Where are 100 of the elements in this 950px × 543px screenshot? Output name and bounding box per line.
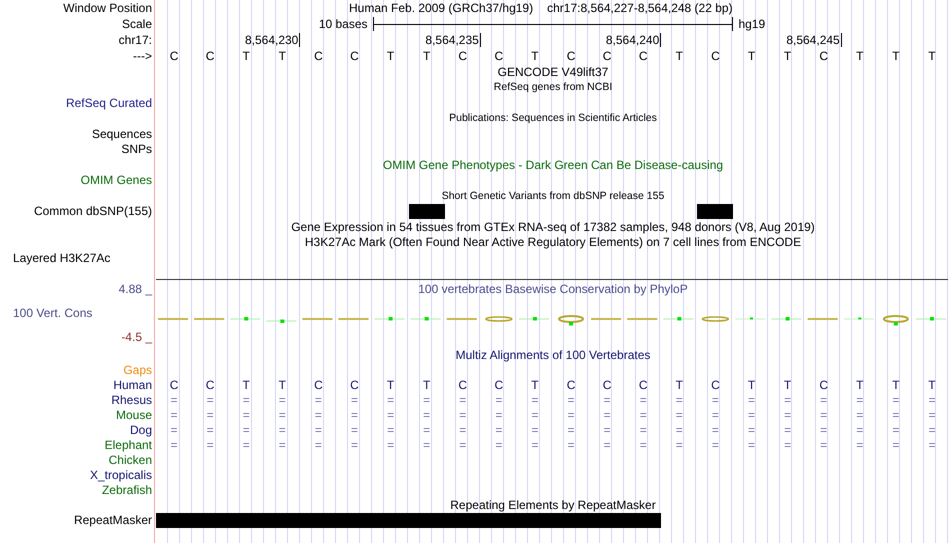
match-mark: = [170,393,178,407]
match-mark: = [242,423,250,437]
base-letter: C [350,49,359,63]
base-letter: T [242,49,250,63]
base-letter: C [819,49,828,63]
match-mark: = [892,438,900,452]
ruler-tick-label: 8,564,245 [786,33,842,47]
match-mark: = [604,423,611,437]
match-mark: = [423,408,430,422]
match-mark: = [170,438,178,452]
match-mark: = [459,423,466,437]
match-mark: = [350,408,358,422]
track-label[interactable]: chr17: [118,33,152,47]
match-mark: = [568,438,575,452]
match-mark: = [748,408,755,422]
base-letter: C [350,378,359,392]
base-letter: T [386,378,394,392]
match-mark: = [568,393,575,407]
match-mark: = [423,393,430,407]
assembly-title: Human Feb. 2009 (GRCh37/hg19) [349,1,534,15]
track-label[interactable]: Sequences [92,126,152,141]
match-mark: = [784,438,792,452]
match-mark: = [784,393,792,407]
base-letter: C [170,378,178,392]
match-mark: = [314,438,322,452]
snp-bar[interactable] [408,204,445,219]
base-letter: C [638,378,648,392]
match-mark: = [856,408,864,422]
base-letter: C [638,49,648,63]
track-label[interactable]: Layered H3K27Ac [13,250,110,265]
track-label[interactable]: OMIM Genes [80,173,152,188]
track-label[interactable]: Human [113,378,152,392]
match-mark: = [206,393,214,407]
match-mark: = [712,423,719,437]
match-mark: = [278,393,286,407]
track-label[interactable]: SNPs [121,142,152,156]
track-label[interactable]: Scale [122,17,152,31]
snp-bar[interactable] [697,204,734,219]
match-mark: = [495,423,502,437]
track-title: Gene Expression in 54 tissues from GTEx RNA-seq of 17382 samples, 948 donors (V8, Aug 2019) [291,220,815,234]
match-mark: = [892,423,900,437]
match-mark: = [387,423,394,437]
base-letter: T [242,378,250,392]
match-mark: = [604,438,611,452]
base-letter: C [494,378,504,392]
track-label[interactable]: Dog [130,423,152,437]
base-letter: C [602,49,612,63]
match-mark: = [278,438,286,452]
track-label[interactable]: Common dbSNP(155) [34,204,152,218]
match-mark: = [531,423,538,437]
match-mark: = [640,393,647,407]
track-label[interactable]: Zebrafish [102,483,152,497]
base-letter: T [531,49,539,63]
track-label[interactable]: Mouse [116,408,152,422]
track-title: RefSeq genes from NCBI [494,80,612,94]
base-letter: C [206,378,214,392]
track-label[interactable]: ---> [133,49,152,63]
match-mark: = [531,438,538,452]
axis-min-label: -4.5 _ [121,330,152,344]
match-mark: = [206,438,214,452]
base-letter: T [748,378,756,392]
repeat-element-bar[interactable] [156,512,662,528]
match-mark: = [459,408,466,422]
base-letter: C [458,378,468,392]
track-label[interactable]: Chicken [108,453,152,467]
match-mark: = [423,438,430,452]
base-letter: C [566,378,576,392]
track-label[interactable]: X_tropicalis [90,468,152,482]
match-mark: = [495,408,502,422]
base-letter: T [856,49,864,63]
base-letter: T [531,378,539,392]
match-mark: = [206,423,214,437]
base-letter: C [170,49,178,63]
track-label[interactable]: Rhesus [111,393,152,407]
match-mark: = [278,423,286,437]
match-mark: = [242,408,250,422]
track-title: Multiz Alignments of 100 Vertebrates [456,348,650,362]
match-mark: = [314,423,322,437]
match-mark: = [568,408,575,422]
match-mark: = [820,408,828,422]
match-mark: = [495,393,502,407]
match-mark: = [784,408,792,422]
track-title: Short Genetic Variants from dbSNP release 155 [442,188,664,203]
ruler-tick-label: 8,564,240 [606,33,662,47]
match-mark: = [676,438,683,452]
track-title: Repeating Elements by RepeatMasker [450,498,656,512]
track-label[interactable]: Window Position [63,1,152,15]
track-label[interactable]: 100 Vert. Cons [0,306,92,320]
base-letter: C [711,49,720,63]
match-mark: = [856,438,864,452]
base-letter: T [278,378,286,392]
track-label[interactable]: RefSeq Curated [66,96,152,110]
scale-label: 10 bases [318,17,369,31]
track-label[interactable]: Elephant [104,438,152,452]
match-mark: = [892,393,900,407]
base-letter: C [206,49,214,63]
base-letter: T [748,49,756,63]
match-mark: = [676,423,683,437]
match-mark: = [856,423,864,437]
track-label[interactable]: RepeatMasker [74,513,152,527]
